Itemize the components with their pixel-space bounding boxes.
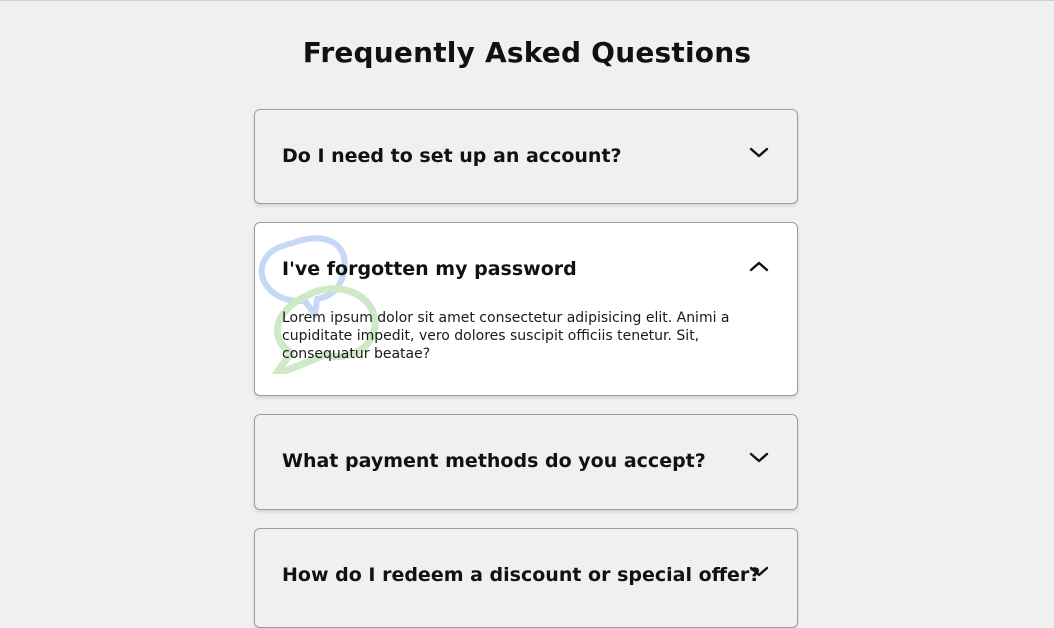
page-title: Frequently Asked Questions — [302, 36, 752, 69]
faq-question[interactable]: What payment methods do you accept? — [282, 450, 706, 472]
faq-question[interactable]: Do I need to set up an account? — [282, 145, 622, 167]
faq-question[interactable]: How do I redeem a discount or special of… — [282, 564, 760, 586]
chevron-down-icon[interactable] — [747, 560, 771, 584]
faq-item-account[interactable]: Do I need to set up an account? — [254, 109, 798, 204]
faq-answer: Lorem ipsum dolor sit amet consectetur a… — [282, 310, 730, 362]
chevron-down-icon[interactable] — [747, 446, 771, 470]
top-divider — [0, 0, 1054, 1]
faq-question[interactable]: I've forgotten my password — [282, 258, 577, 280]
chevron-up-icon[interactable] — [747, 254, 771, 278]
faq-item-password[interactable]: I've forgotten my password Lorem ipsum d… — [254, 222, 798, 396]
chevron-down-icon[interactable] — [747, 141, 771, 165]
faq-item-discount[interactable]: How do I redeem a discount or special of… — [254, 528, 798, 628]
faq-item-payment[interactable]: What payment methods do you accept? — [254, 414, 798, 510]
